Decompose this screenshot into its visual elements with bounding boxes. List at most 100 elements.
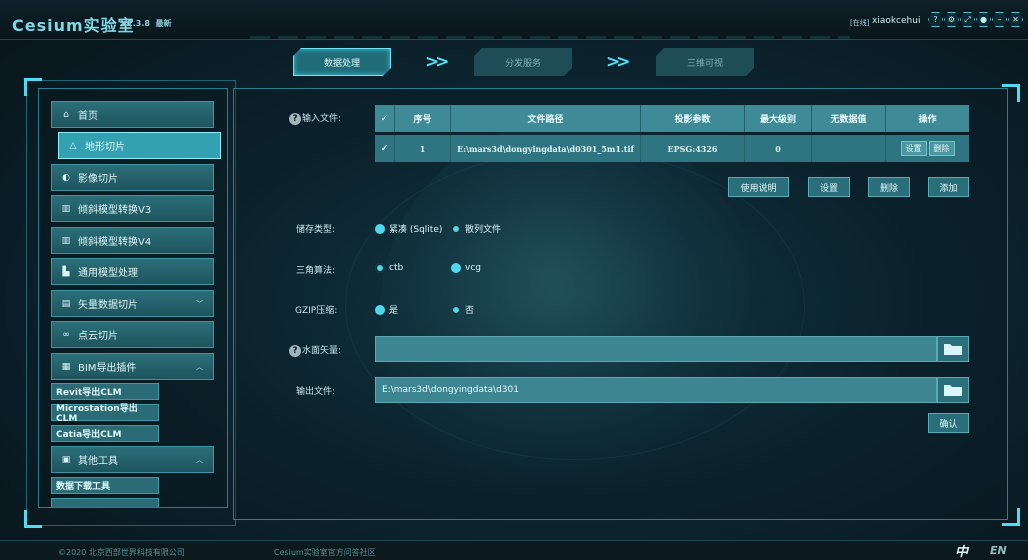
close-icon[interactable]: ✕ [1008, 12, 1023, 27]
gzip-option-yes[interactable]: 是 [375, 303, 398, 316]
globe-icon: ◐ [62, 172, 70, 183]
select-all-checkbox[interactable]: ✓ [375, 105, 395, 132]
folder-icon [944, 344, 962, 355]
storage-type-label: 储存类型: [296, 225, 336, 235]
check-icon: ✓ [380, 113, 389, 124]
sidebar-item-vector-tiling[interactable]: ▤ 矢量数据切片 ﹀ [51, 290, 214, 317]
triangulation-option-vcg[interactable]: vcg [451, 263, 481, 273]
building-icon: ▥ [61, 235, 71, 246]
pointcloud-icon: ∞ [62, 329, 70, 340]
bim-sub-catia[interactable]: Catia导出CLM [51, 425, 159, 442]
triangulation-option-ctb[interactable]: ctb [375, 263, 403, 273]
column-header: 投影参数 [641, 105, 745, 132]
help-icon[interactable]: ? [289, 344, 301, 357]
usage-guide-button[interactable]: 使用说明 [728, 177, 789, 197]
titlebar-icons: ? ⚙ ⤢ ● – ✕ [928, 12, 1023, 27]
bim-sub-revit[interactable]: Revit导出CLM [51, 383, 159, 400]
table-settings-button[interactable]: 设置 [808, 177, 850, 197]
map-icon: ▤ [61, 298, 71, 309]
app-window: Cesium实验室 V2.3.8 最新 [在线] xiaokcehui ? ⚙ … [0, 0, 1028, 560]
radio-unselected-icon [375, 263, 385, 273]
tools-sub-more[interactable]: ... [51, 498, 159, 507]
column-header: 无数据值 [812, 105, 886, 132]
row-file-path: E:\mars3d\dongyingdata\d0301_5m1.tif [451, 135, 641, 162]
column-header: 最大级别 [745, 105, 812, 132]
row-index: 1 [395, 135, 451, 162]
settings-icon[interactable]: ⚙ [944, 12, 959, 27]
gzip-option-no[interactable]: 否 [451, 303, 474, 316]
sidebar-item-imagery-tiling[interactable]: ◐ 影像切片 [51, 164, 214, 191]
title-bar: Cesium实验室 V2.3.8 最新 [在线] xiaokcehui ? ⚙ … [0, 0, 1028, 40]
input-files-table: ✓ 序号 文件路径 投影参数 最大级别 无数据值 操作 ✓ 1 E:\mars3… [375, 105, 969, 162]
row-actions: 设置 删除 [886, 135, 969, 162]
table-header: ✓ 序号 文件路径 投影参数 最大级别 无数据值 操作 [375, 105, 969, 132]
sidebar-item-model-processing[interactable]: ▙ 通用模型处理 [51, 258, 214, 285]
language-en-button[interactable]: EN [990, 544, 1007, 557]
storage-option-hash-files[interactable]: 散列文件 [451, 222, 501, 235]
toolbox-icon: ▣ [61, 454, 71, 465]
chevron-down-icon: ﹀ [196, 299, 203, 308]
step-distribution-service[interactable]: 分发服务 [474, 48, 572, 76]
tools-sub-data-download[interactable]: 数据下载工具 [51, 477, 159, 494]
column-header: 文件路径 [451, 105, 641, 132]
water-vector-input[interactable] [375, 336, 937, 362]
table-add-button[interactable]: 添加 [928, 177, 969, 197]
folder-icon [944, 385, 962, 396]
sidebar-item-terrain-tiling[interactable]: △ 地形切片 [58, 132, 221, 159]
home-icon: ⌂ [63, 109, 69, 120]
sidebar-item-other-tools[interactable]: ▣ 其他工具 ︿ [51, 446, 214, 473]
triangulation-label: 三角算法: [296, 266, 336, 276]
cube-icon: ▙ [62, 266, 70, 277]
chevron-up-icon: ︿ [196, 362, 203, 371]
user-icon[interactable]: ● [976, 12, 991, 27]
help-icon[interactable]: ? [928, 12, 943, 27]
chevron-right-icon: >> [425, 52, 449, 72]
expand-icon[interactable]: ⤢ [960, 12, 975, 27]
row-max-level: 0 [745, 135, 812, 162]
step-3d-visualization[interactable]: 三维可视 [656, 48, 754, 76]
minimize-icon[interactable]: – [992, 12, 1007, 27]
copyright-text: ©2020 北京西部世界科技有限公司 [58, 548, 185, 557]
online-status: [在线] [850, 19, 870, 27]
confirm-button[interactable]: 确认 [928, 413, 969, 433]
radio-unselected-icon [451, 304, 461, 315]
app-title: Cesium实验室 [12, 16, 135, 35]
chevron-right-icon: >> [606, 52, 630, 72]
radio-unselected-icon [451, 223, 461, 234]
sidebar-item-pointcloud-tiling[interactable]: ∞ 点云切片 [51, 321, 214, 348]
table-row[interactable]: ✓ 1 E:\mars3d\dongyingdata\d0301_5m1.tif… [375, 135, 969, 162]
row-nodata [812, 135, 886, 162]
titlebar-decoration [250, 36, 850, 40]
bim-sub-microstation[interactable]: Microstation导出CLM [51, 404, 159, 424]
help-icon[interactable]: ? [289, 112, 301, 125]
bim-icon: ▦ [61, 361, 71, 372]
version-tag: 最新 [155, 19, 172, 28]
radio-selected-icon [375, 304, 385, 315]
column-header: 序号 [395, 105, 451, 132]
table-delete-button[interactable]: 删除 [868, 177, 910, 197]
sidebar-item-oblique-v3[interactable]: ▥ 倾斜模型转换V3 [51, 195, 214, 222]
row-delete-button[interactable]: 删除 [928, 141, 955, 156]
app-version: V2.3.8 最新 [121, 19, 172, 28]
step-data-processing[interactable]: 数据处理 [293, 48, 391, 76]
frame-corner [24, 510, 42, 528]
sidebar-item-oblique-v4[interactable]: ▥ 倾斜模型转换V4 [51, 227, 214, 254]
chevron-up-icon: ︿ [196, 455, 203, 464]
footer: ©2020 北京西部世界科技有限公司 Cesium实验室官方问答社区 [0, 540, 1028, 560]
row-settings-button[interactable]: 设置 [900, 141, 927, 156]
output-file-label: 输出文件: [296, 387, 336, 397]
storage-option-sqlite[interactable]: 紧凑 (Sqlite) [375, 222, 442, 235]
row-checkbox[interactable]: ✓ [375, 135, 395, 162]
language-zh-button[interactable]: 中 [955, 541, 968, 560]
radio-selected-icon [375, 223, 385, 234]
check-icon: ✓ [380, 143, 389, 154]
sidebar-item-home[interactable]: ⌂ 首页 [51, 101, 214, 128]
username[interactable]: xiaokcehui [872, 16, 920, 26]
output-file-browse-button[interactable] [937, 377, 969, 403]
output-file-input[interactable]: E:\mars3d\dongyingdata\d301 [375, 377, 937, 403]
input-files-label: ? 输入文件: [289, 111, 341, 125]
water-vector-browse-button[interactable] [937, 336, 969, 362]
community-link[interactable]: Cesium实验室官方问答社区 [274, 547, 376, 558]
building-icon: ▥ [61, 203, 71, 214]
sidebar-item-bim-plugin[interactable]: ▦ BIM导出插件 ︿ [51, 353, 214, 380]
